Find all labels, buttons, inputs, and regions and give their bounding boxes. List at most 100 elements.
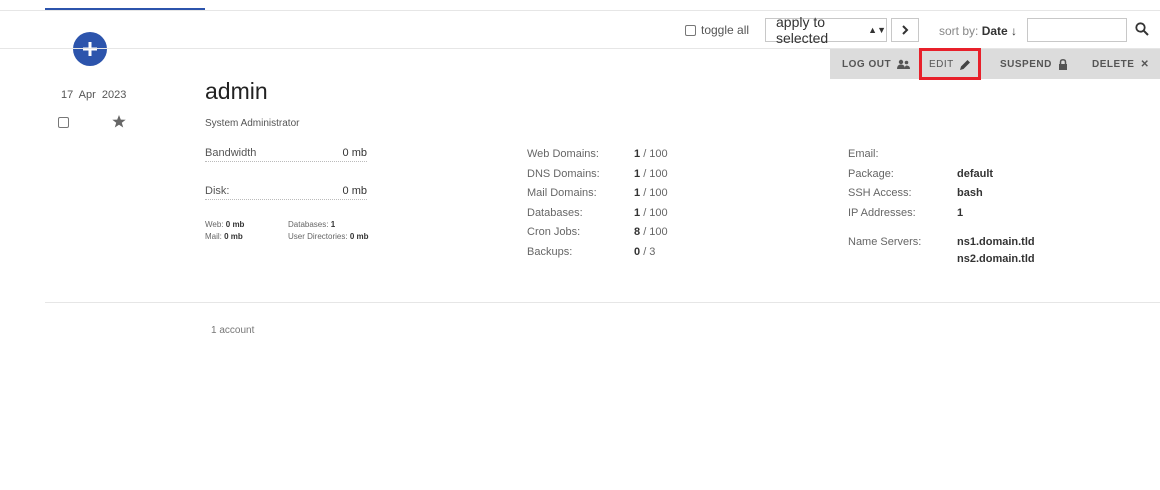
stat-value-web-domains: 1 / 100 — [634, 148, 668, 160]
stat-used: 8 — [634, 226, 641, 238]
stat-limit: / 100 — [643, 187, 668, 199]
userdir-usage: User Directories: 0 mb — [288, 232, 368, 241]
nameserver-2-text: ns2.domain.tld — [957, 253, 1035, 265]
nameservers-row: Name Servers: — [848, 236, 921, 248]
mail-usage-value: 0 mb — [224, 232, 243, 241]
stat-used: 1 — [634, 148, 641, 160]
row-select-checkbox[interactable] — [58, 117, 69, 128]
stat-value-backups: 0 / 3 — [634, 246, 655, 258]
nameservers-label: Name Servers: — [848, 236, 922, 248]
sort-by-control[interactable]: sort by: Date ↓ — [939, 24, 1017, 38]
row-actions-bar: LOG OUT EDIT SUSPEND DELETE ✕ — [830, 48, 1160, 80]
edit-label: EDIT — [929, 58, 954, 70]
suspend-user-button[interactable]: SUSPEND — [1000, 49, 1068, 79]
list-toolbar: toggle all apply to selected ▲▼ sort by:… — [0, 14, 1160, 46]
stat-row-databases: Databases: — [527, 207, 583, 219]
stat-value-mail-domains: 1 / 100 — [634, 187, 668, 199]
mail-usage-label: Mail: — [205, 232, 222, 241]
ip-value: 1 — [957, 207, 963, 219]
ssh-value: bash — [957, 187, 983, 199]
stat-used: 1 — [634, 168, 641, 180]
list-bottom-divider — [45, 302, 1160, 303]
mail-usage: Mail: 0 mb — [205, 232, 243, 241]
stat-limit: / 100 — [643, 148, 668, 160]
nameserver-1-text: ns1.domain.tld — [957, 236, 1035, 248]
email-row: Email: — [848, 148, 879, 160]
stat-used: 1 — [634, 207, 641, 219]
stat-row-backups: Backups: — [527, 246, 572, 258]
stat-limit: / 100 — [643, 207, 668, 219]
logout-as-user-button[interactable]: LOG OUT — [842, 49, 911, 79]
star-icon[interactable] — [112, 115, 126, 128]
close-icon: ✕ — [1140, 58, 1150, 70]
email-label: Email: — [848, 148, 879, 160]
suspend-label: SUSPEND — [1000, 58, 1052, 70]
nameserver-1: ns1.domain.tld — [957, 236, 1035, 248]
account-count: 1 account — [211, 325, 255, 336]
ssh-row: SSH Access: — [848, 187, 912, 199]
ip-row: IP Addresses: — [848, 207, 916, 219]
package-value: default — [957, 168, 993, 180]
ssh-text: bash — [957, 187, 983, 199]
apply-button[interactable] — [891, 18, 919, 42]
disk-label: Disk: — [205, 185, 230, 197]
db-usage-label: Databases: — [288, 220, 329, 229]
userdir-usage-value: 0 mb — [349, 232, 369, 241]
pencil-icon — [959, 59, 970, 70]
stat-limit: / 100 — [643, 168, 668, 180]
lock-icon — [1058, 58, 1067, 70]
users-icon — [897, 59, 911, 69]
stat-label: Backups: — [527, 246, 573, 258]
disk-value: 0 mb — [342, 185, 367, 197]
ip-text: 1 — [957, 207, 964, 219]
sort-by-field: Date ↓ — [981, 24, 1018, 38]
stat-value-databases: 1 / 100 — [634, 207, 668, 219]
stat-label: Web Domains: — [527, 148, 599, 160]
package-text: default — [957, 168, 994, 180]
bulk-action-value: apply to selected — [776, 14, 829, 46]
bandwidth-stat: Bandwidth 0 mb — [205, 147, 367, 162]
top-divider — [0, 10, 1160, 11]
search-input[interactable] — [1027, 18, 1127, 42]
stat-label: Cron Jobs: — [527, 226, 581, 238]
delete-label: DELETE — [1092, 58, 1135, 70]
logout-label: LOG OUT — [842, 58, 892, 70]
username-title[interactable]: admin — [205, 78, 268, 105]
web-usage-label: Web: — [205, 220, 224, 229]
stat-label: Mail Domains: — [527, 187, 597, 199]
package-label: Package: — [848, 168, 894, 180]
stat-row-dns-domains: DNS Domains: — [527, 168, 600, 180]
edit-user-button[interactable]: EDIT — [919, 48, 981, 80]
stat-label: Databases: — [527, 207, 583, 219]
web-usage-value: 0 mb — [225, 220, 245, 229]
bandwidth-value: 0 mb — [342, 147, 367, 159]
db-usage-value: 1 — [330, 220, 336, 229]
created-date: 17 Apr 2023 — [61, 89, 127, 101]
toggle-all-label: toggle all — [701, 23, 750, 37]
stat-used: 1 — [634, 187, 641, 199]
stat-row-cron-jobs: Cron Jobs: — [527, 226, 580, 238]
toggle-all-checkbox[interactable] — [685, 24, 696, 36]
toggle-all-control[interactable]: toggle all — [685, 23, 749, 37]
stat-value-cron-jobs: 8 / 100 — [634, 226, 668, 238]
bandwidth-label: Bandwidth — [205, 147, 257, 159]
userdir-usage-label: User Directories: — [288, 232, 348, 241]
user-fullname: System Administrator — [205, 118, 300, 129]
search-icon[interactable] — [1135, 22, 1149, 36]
bulk-action-select[interactable]: apply to selected ▲▼ — [765, 14, 887, 46]
chevron-right-icon — [902, 25, 909, 35]
stat-limit: / 3 — [643, 246, 656, 258]
select-arrows-icon: ▲▼ — [868, 25, 886, 35]
nameserver-2: ns2.domain.tld — [957, 253, 1035, 265]
disk-stat: Disk: 0 mb — [205, 185, 367, 200]
package-row: Package: — [848, 168, 894, 180]
sort-by-label: sort by: — [939, 24, 979, 38]
delete-user-button[interactable]: DELETE ✕ — [1092, 49, 1149, 79]
web-usage: Web: 0 mb — [205, 220, 244, 229]
stat-label: DNS Domains: — [527, 168, 600, 180]
ssh-label: SSH Access: — [848, 187, 912, 199]
stat-value-dns-domains: 1 / 100 — [634, 168, 668, 180]
stat-used: 0 — [634, 246, 641, 258]
stat-row-web-domains: Web Domains: — [527, 148, 599, 160]
stat-row-mail-domains: Mail Domains: — [527, 187, 597, 199]
